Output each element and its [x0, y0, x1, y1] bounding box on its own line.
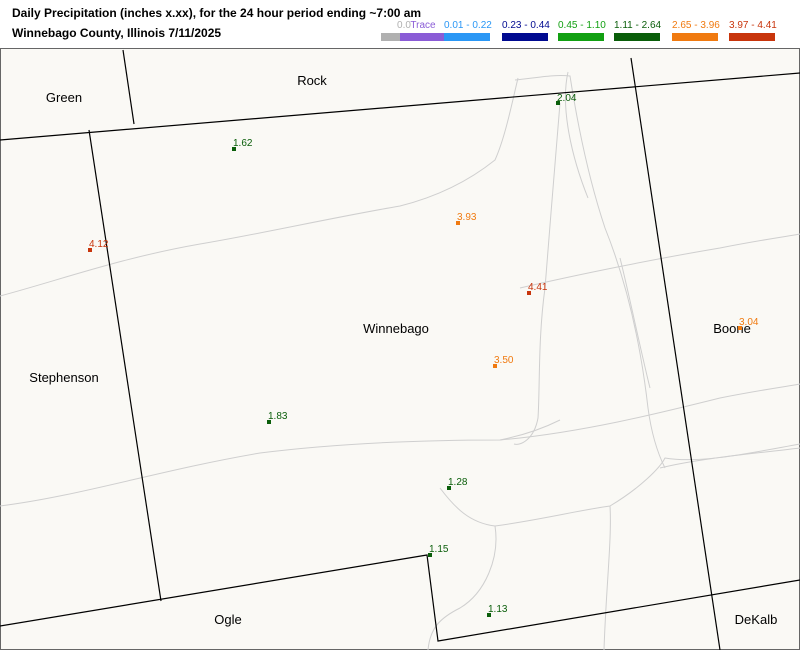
legend-swatch	[558, 33, 604, 41]
county-label-ogle: Ogle	[214, 612, 241, 627]
county-label-stephenson: Stephenson	[29, 370, 98, 385]
legend-item: 0.45 - 1.10	[558, 20, 606, 41]
station-marker: 2.04	[556, 93, 577, 105]
legend-item: 1.11 - 2.64	[614, 20, 662, 41]
county-label-winnebago: Winnebago	[363, 321, 429, 336]
station-value: 1.83	[268, 411, 288, 422]
station-value: 3.93	[457, 212, 477, 223]
station-value: 2.04	[557, 93, 577, 104]
legend-swatch	[400, 33, 446, 41]
map-title: Daily Precipitation (inches x.xx), for t…	[12, 6, 422, 20]
precipitation-map: Rock Green Winnebago Stephenson Boone Og…	[0, 48, 800, 651]
map-canvas: Rock Green Winnebago Stephenson Boone Og…	[0, 48, 800, 651]
legend-label: Trace	[410, 20, 436, 31]
legend-item: 0.23 - 0.44	[502, 20, 550, 41]
station-value: 4.41	[528, 282, 548, 293]
station-value: 1.62	[233, 138, 253, 149]
legend-label: 0.23 - 0.44	[502, 20, 550, 31]
legend-label: 1.11 - 2.64	[614, 20, 662, 31]
legend-swatch	[444, 33, 490, 41]
station-value: 1.13	[488, 604, 508, 615]
legend-item: 3.97 - 4.41	[729, 20, 777, 41]
legend-swatch	[502, 33, 548, 41]
legend-item: Trace	[400, 20, 446, 41]
map-subtitle: Winnebago County, Illinois 7/11/2025	[12, 26, 222, 40]
legend-swatch	[729, 33, 775, 41]
county-label-green: Green	[46, 90, 82, 105]
legend-swatch	[672, 33, 718, 41]
legend-label: 3.97 - 4.41	[729, 20, 777, 31]
legend-label: 2.65 - 3.96	[672, 20, 720, 31]
map-header: Daily Precipitation (inches x.xx), for t…	[0, 0, 800, 48]
county-label-dekalb: DeKalb	[735, 612, 778, 627]
station-value: 3.04	[739, 317, 759, 328]
legend-label: 0.01 - 0.22	[444, 20, 492, 31]
legend-item: 2.65 - 3.96	[672, 20, 720, 41]
station-value: 4.12	[89, 239, 109, 250]
station-value: 1.15	[429, 544, 449, 555]
legend-label: 0.45 - 1.10	[558, 20, 606, 31]
station-value: 3.50	[494, 355, 514, 366]
legend-swatch	[614, 33, 660, 41]
county-label-rock: Rock	[297, 73, 327, 88]
station-value: 1.28	[448, 477, 468, 488]
legend-item: 0.01 - 0.22	[444, 20, 492, 41]
